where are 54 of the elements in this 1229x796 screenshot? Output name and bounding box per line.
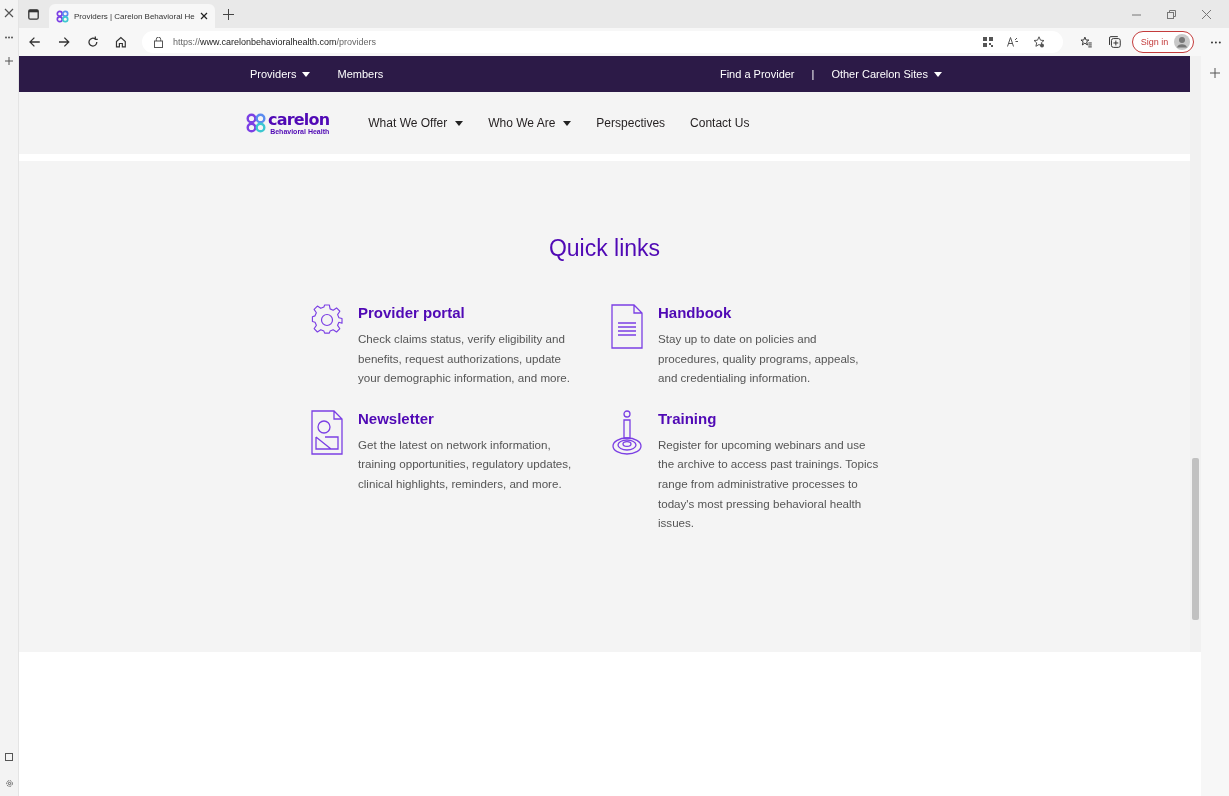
browser-tab[interactable]: Providers | Carelon Behavioral He	[49, 4, 215, 28]
utility-link[interactable]: Find a Provider	[719, 68, 795, 80]
section-heading: Quick links	[548, 235, 661, 262]
card-title-link[interactable]: Training	[658, 409, 717, 427]
caret-icon	[563, 120, 572, 126]
utility-link[interactable]: Members	[337, 68, 384, 80]
more-icon[interactable]	[1211, 40, 1221, 44]
read-aloud-icon[interactable]	[1007, 37, 1020, 47]
card-title-link[interactable]: Newsletter	[358, 409, 434, 427]
document-icon	[611, 304, 643, 349]
card-description: Register for upcoming webinars and use the archive to access past trainings. Topics range from administrative processes to today's most pressing behavioral health issues.	[658, 436, 880, 532]
close-icon[interactable]	[199, 12, 208, 20]
more-icon[interactable]	[5, 36, 13, 39]
gear-icon	[311, 304, 343, 336]
nav-link[interactable]: Contact Us	[690, 116, 750, 130]
lock-icon	[154, 36, 163, 48]
nav-link[interactable]: What We Offer	[368, 116, 464, 130]
nav-link[interactable]: Who We Are	[488, 116, 572, 130]
card-title-link[interactable]: Handbook	[658, 304, 732, 321]
settings-icon[interactable]	[4, 779, 14, 788]
card-title-link[interactable]: Provider portal	[358, 304, 465, 321]
separator: |	[811, 68, 815, 80]
logo-icon	[56, 9, 69, 23]
avatar-icon	[1174, 34, 1191, 50]
favorites-icon[interactable]	[1080, 36, 1092, 48]
close-icon[interactable]	[4, 8, 14, 18]
caret-icon	[302, 71, 311, 77]
add-icon[interactable]	[5, 57, 13, 65]
tab-actions-icon[interactable]	[28, 8, 39, 20]
panel-icon[interactable]	[5, 753, 13, 761]
qr-code-icon[interactable]	[983, 37, 994, 47]
logo-wordmark: carelon	[268, 111, 330, 128]
nav-link[interactable]: Perspectives	[596, 116, 666, 130]
caret-icon	[455, 120, 464, 126]
address-field[interactable]: https://www.carelonbehavioralhealth.com/providers	[142, 31, 1064, 53]
add-icon[interactable]	[1210, 68, 1220, 78]
utility-link[interactable]: Providers	[250, 68, 311, 80]
home-icon[interactable]	[115, 36, 127, 48]
back-icon[interactable]	[29, 36, 41, 48]
card-description: Get the latest on network information, training opportunities, regulatory updates, clinical highlights, reminders, and more.	[358, 436, 573, 492]
caret-icon	[934, 71, 942, 77]
favorite-star-icon[interactable]	[1033, 36, 1046, 48]
new-tab-icon[interactable]	[222, 8, 234, 20]
utility-link[interactable]: Other Carelon Sites	[831, 68, 942, 80]
logo-icon	[246, 113, 266, 133]
sign-in-button[interactable]: Sign in	[1131, 31, 1195, 53]
card-description: Stay up to date on policies and procedures, quality programs, appeals, and credentialing information.	[658, 331, 860, 387]
card-description: Check claims status, verify eligibility and benefits, request authorizations, update your demographic information, and more.	[358, 331, 572, 387]
newsletter-icon	[311, 409, 343, 455]
person-target-icon	[611, 409, 643, 456]
collections-icon[interactable]	[1108, 36, 1121, 48]
restore-icon[interactable]	[1167, 9, 1176, 19]
forward-icon[interactable]	[57, 36, 70, 48]
refresh-icon[interactable]	[86, 36, 99, 48]
